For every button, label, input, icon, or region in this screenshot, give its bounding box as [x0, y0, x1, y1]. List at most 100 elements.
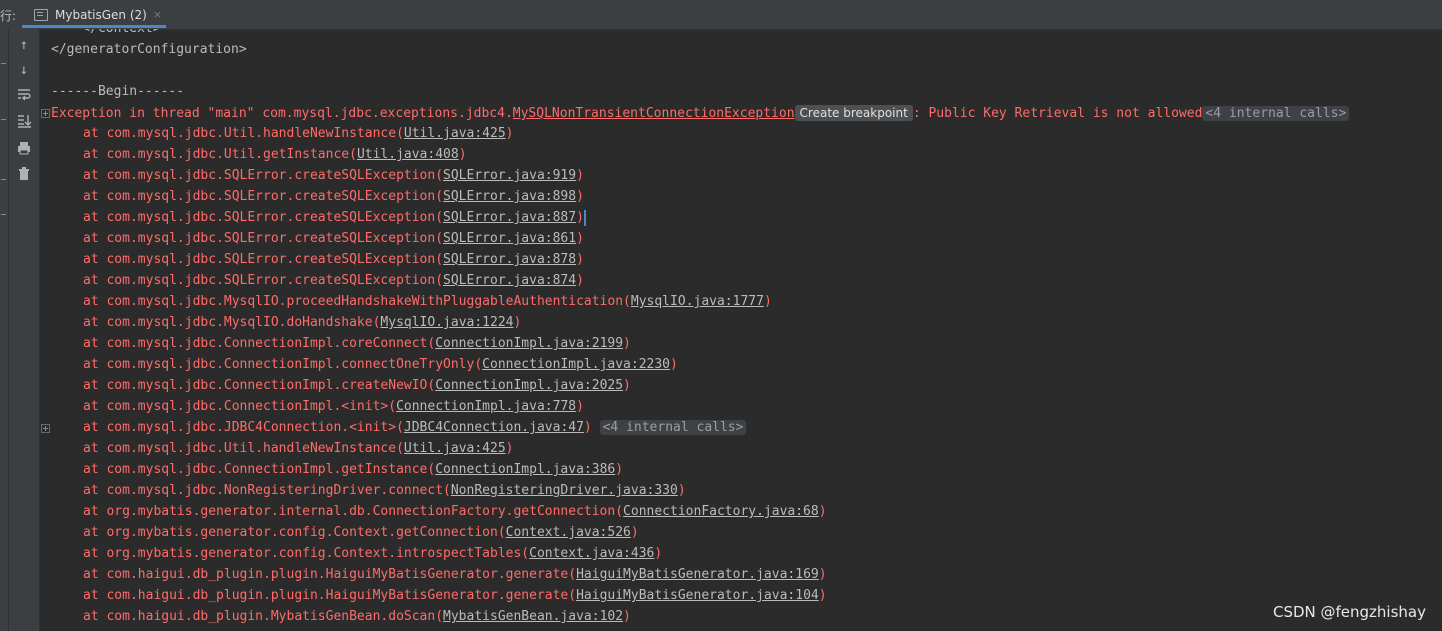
- tab-label: MybatisGen (2): [55, 7, 147, 22]
- stack-frame-line: at org.mybatis.generator.config.Context.…: [83, 544, 662, 564]
- stack-frame-close-paren: ): [576, 189, 584, 204]
- stack-frame-method: at com.mysql.jdbc.ConnectionImpl.connect…: [83, 357, 483, 372]
- clear-all-icon[interactable]: [16, 166, 32, 182]
- left-edge-strip: [0, 29, 9, 631]
- exception-class-link[interactable]: MySQLNonTransientConnectionException: [513, 106, 795, 121]
- source-link[interactable]: Util.java:425: [404, 126, 506, 141]
- stack-frame-line: at com.mysql.jdbc.ConnectionImpl.connect…: [83, 355, 678, 375]
- stack-frame-line: at com.mysql.jdbc.SQLError.createSQLExce…: [83, 166, 584, 186]
- create-breakpoint-button[interactable]: Create breakpoint: [794, 105, 913, 121]
- expand-fold-icon[interactable]: [41, 109, 50, 118]
- source-link[interactable]: NonRegisteringDriver.java:330: [451, 483, 678, 498]
- stack-frame-line: at com.mysql.jdbc.SQLError.createSQLExce…: [83, 187, 584, 207]
- stack-frame-method: at com.mysql.jdbc.Util.handleNewInstance…: [83, 441, 404, 456]
- internal-calls-fold[interactable]: <4 internal calls>: [599, 420, 747, 435]
- source-link[interactable]: JDBC4Connection.java:47: [404, 420, 584, 435]
- stack-frame-line: at com.mysql.jdbc.Util.getInstance(Util.…: [83, 145, 467, 165]
- stack-frame-line: at com.haigui.db_plugin.plugin.HaiguiMyB…: [83, 586, 827, 606]
- run-label: 行:: [0, 9, 17, 23]
- exception-message: : Public Key Retrieval is not allowed: [912, 106, 1203, 121]
- source-link[interactable]: SQLError.java:878: [443, 252, 576, 267]
- stack-frame-close-paren: ): [583, 420, 592, 435]
- stack-frame-line: at com.mysql.jdbc.JDBC4Connection.<init>…: [83, 418, 747, 438]
- source-link[interactable]: ConnectionImpl.java:2199: [435, 336, 623, 351]
- stack-frame-method: at com.mysql.jdbc.Util.handleNewInstance…: [83, 126, 404, 141]
- soft-wrap-icon[interactable]: [16, 87, 32, 103]
- stack-frame-method: at com.mysql.jdbc.SQLError.createSQLExce…: [83, 189, 444, 204]
- stack-frame-close-paren: ): [615, 462, 624, 477]
- stack-frame-method: at com.haigui.db_plugin.plugin.HaiguiMyB…: [83, 567, 577, 582]
- stack-frame-method: at com.haigui.db_plugin.plugin.HaiguiMyB…: [83, 588, 577, 603]
- source-link[interactable]: ConnectionImpl.java:2025: [435, 378, 623, 393]
- source-link[interactable]: HaiguiMyBatisGenerator.java:169: [576, 567, 819, 582]
- source-link[interactable]: SQLError.java:919: [443, 168, 576, 183]
- stack-frame-line: at com.mysql.jdbc.Util.handleNewInstance…: [83, 439, 513, 459]
- stack-frame-close-paren: ): [677, 483, 686, 498]
- source-link[interactable]: HaiguiMyBatisGenerator.java:104: [576, 588, 819, 603]
- source-link[interactable]: SQLError.java:874: [443, 273, 576, 288]
- exception-prefix: Exception in thread "main" com.mysql.jdb…: [51, 106, 513, 121]
- source-link[interactable]: MysqlIO.java:1224: [380, 315, 513, 330]
- active-tab-indicator: [22, 25, 166, 28]
- stack-frame-close-paren: ): [818, 588, 827, 603]
- stack-frame-line: at com.mysql.jdbc.SQLError.createSQLExce…: [83, 208, 586, 228]
- stack-frame-method: at com.mysql.jdbc.Util.getInstance(: [83, 147, 357, 162]
- stack-frame-method: at com.mysql.jdbc.SQLError.createSQLExce…: [83, 210, 444, 225]
- stack-frame-method: at com.mysql.jdbc.ConnectionImpl.coreCon…: [83, 336, 436, 351]
- stack-frame-method: at com.mysql.jdbc.ConnectionImpl.createN…: [83, 378, 436, 393]
- source-link[interactable]: ConnectionFactory.java:68: [623, 504, 819, 519]
- stack-frame-method: at com.mysql.jdbc.ConnectionImpl.getInst…: [83, 462, 436, 477]
- stack-frame-close-paren: ): [505, 441, 514, 456]
- stack-frame-line: at com.mysql.jdbc.ConnectionImpl.<init>(…: [83, 397, 584, 417]
- source-link[interactable]: Context.java:526: [506, 525, 631, 540]
- console-line: ------Begin------: [51, 84, 185, 99]
- stack-frame-method: at com.mysql.jdbc.SQLError.createSQLExce…: [83, 168, 444, 183]
- source-link[interactable]: MysqlIO.java:1777: [631, 294, 764, 309]
- stack-frame-method: at com.haigui.db_plugin.MybatisGenBean.d…: [83, 609, 444, 624]
- console-toolbar: ↑ ↓: [9, 29, 40, 631]
- scroll-to-end-icon[interactable]: [16, 113, 32, 129]
- stack-frame-close-paren: ): [576, 273, 584, 288]
- stack-frame-method: at org.mybatis.generator.config.Context.…: [83, 546, 530, 561]
- stack-frame-line: at com.mysql.jdbc.SQLError.createSQLExce…: [83, 271, 584, 291]
- stack-frame-method: at com.mysql.jdbc.JDBC4Connection.<init>…: [83, 420, 404, 435]
- console-output[interactable]: </context> </generatorConfiguration> -----…: [40, 29, 1442, 631]
- close-tab-icon[interactable]: ×: [153, 8, 162, 21]
- stack-frame-method: at com.mysql.jdbc.MysqlIO.doHandshake(: [83, 315, 381, 330]
- source-link[interactable]: Util.java:425: [404, 441, 506, 456]
- source-link[interactable]: ConnectionImpl.java:778: [396, 399, 576, 414]
- stack-frame-line: at com.haigui.db_plugin.plugin.HaiguiMyB…: [83, 565, 827, 585]
- expand-fold-icon[interactable]: [41, 424, 50, 433]
- source-link[interactable]: SQLError.java:861: [443, 231, 576, 246]
- stack-frame-line: at com.haigui.db_plugin.MybatisGenBean.d…: [83, 607, 631, 627]
- stack-frame-close-paren: ): [654, 546, 663, 561]
- stack-frame-close-paren: ): [576, 231, 584, 246]
- exception-line: Exception in thread "main" com.mysql.jdb…: [51, 103, 1350, 123]
- tab-mybatisgen[interactable]: MybatisGen (2) ×: [22, 0, 166, 29]
- up-arrow-icon[interactable]: ↑: [16, 37, 32, 53]
- stack-frame-close-paren: ): [630, 525, 639, 540]
- stack-frame-close-paren: ): [513, 315, 522, 330]
- stack-frame-line: at org.mybatis.generator.config.Context.…: [83, 523, 639, 543]
- source-link[interactable]: SQLError.java:898: [443, 189, 576, 204]
- source-link[interactable]: ConnectionImpl.java:2230: [482, 357, 670, 372]
- console-line: </generatorConfiguration>: [51, 42, 247, 57]
- source-link[interactable]: Context.java:436: [529, 546, 654, 561]
- stack-frame-method: at org.mybatis.generator.config.Context.…: [83, 525, 506, 540]
- stack-frame-close-paren: ): [576, 399, 584, 414]
- internal-calls-fold[interactable]: <4 internal calls>: [1202, 106, 1350, 121]
- stack-frame-method: at com.mysql.jdbc.SQLError.createSQLExce…: [83, 273, 444, 288]
- down-arrow-icon[interactable]: ↓: [16, 62, 32, 78]
- stack-frame-close-paren: ): [670, 357, 678, 372]
- text-caret: [583, 209, 586, 226]
- source-link[interactable]: MybatisGenBean.java:102: [443, 609, 623, 624]
- print-icon[interactable]: [16, 140, 32, 156]
- source-link[interactable]: ConnectionImpl.java:386: [435, 462, 615, 477]
- source-link[interactable]: Util.java:408: [357, 147, 459, 162]
- stack-frame-close-paren: ): [576, 252, 584, 267]
- source-link[interactable]: SQLError.java:887: [443, 210, 576, 225]
- stack-frame-close-paren: ): [763, 294, 772, 309]
- stack-frame-method: at org.mybatis.generator.internal.db.Con…: [83, 504, 624, 519]
- stack-frame-line: at com.mysql.jdbc.ConnectionImpl.getInst…: [83, 460, 623, 480]
- stack-frame-method: at com.mysql.jdbc.ConnectionImpl.<init>(: [83, 399, 397, 414]
